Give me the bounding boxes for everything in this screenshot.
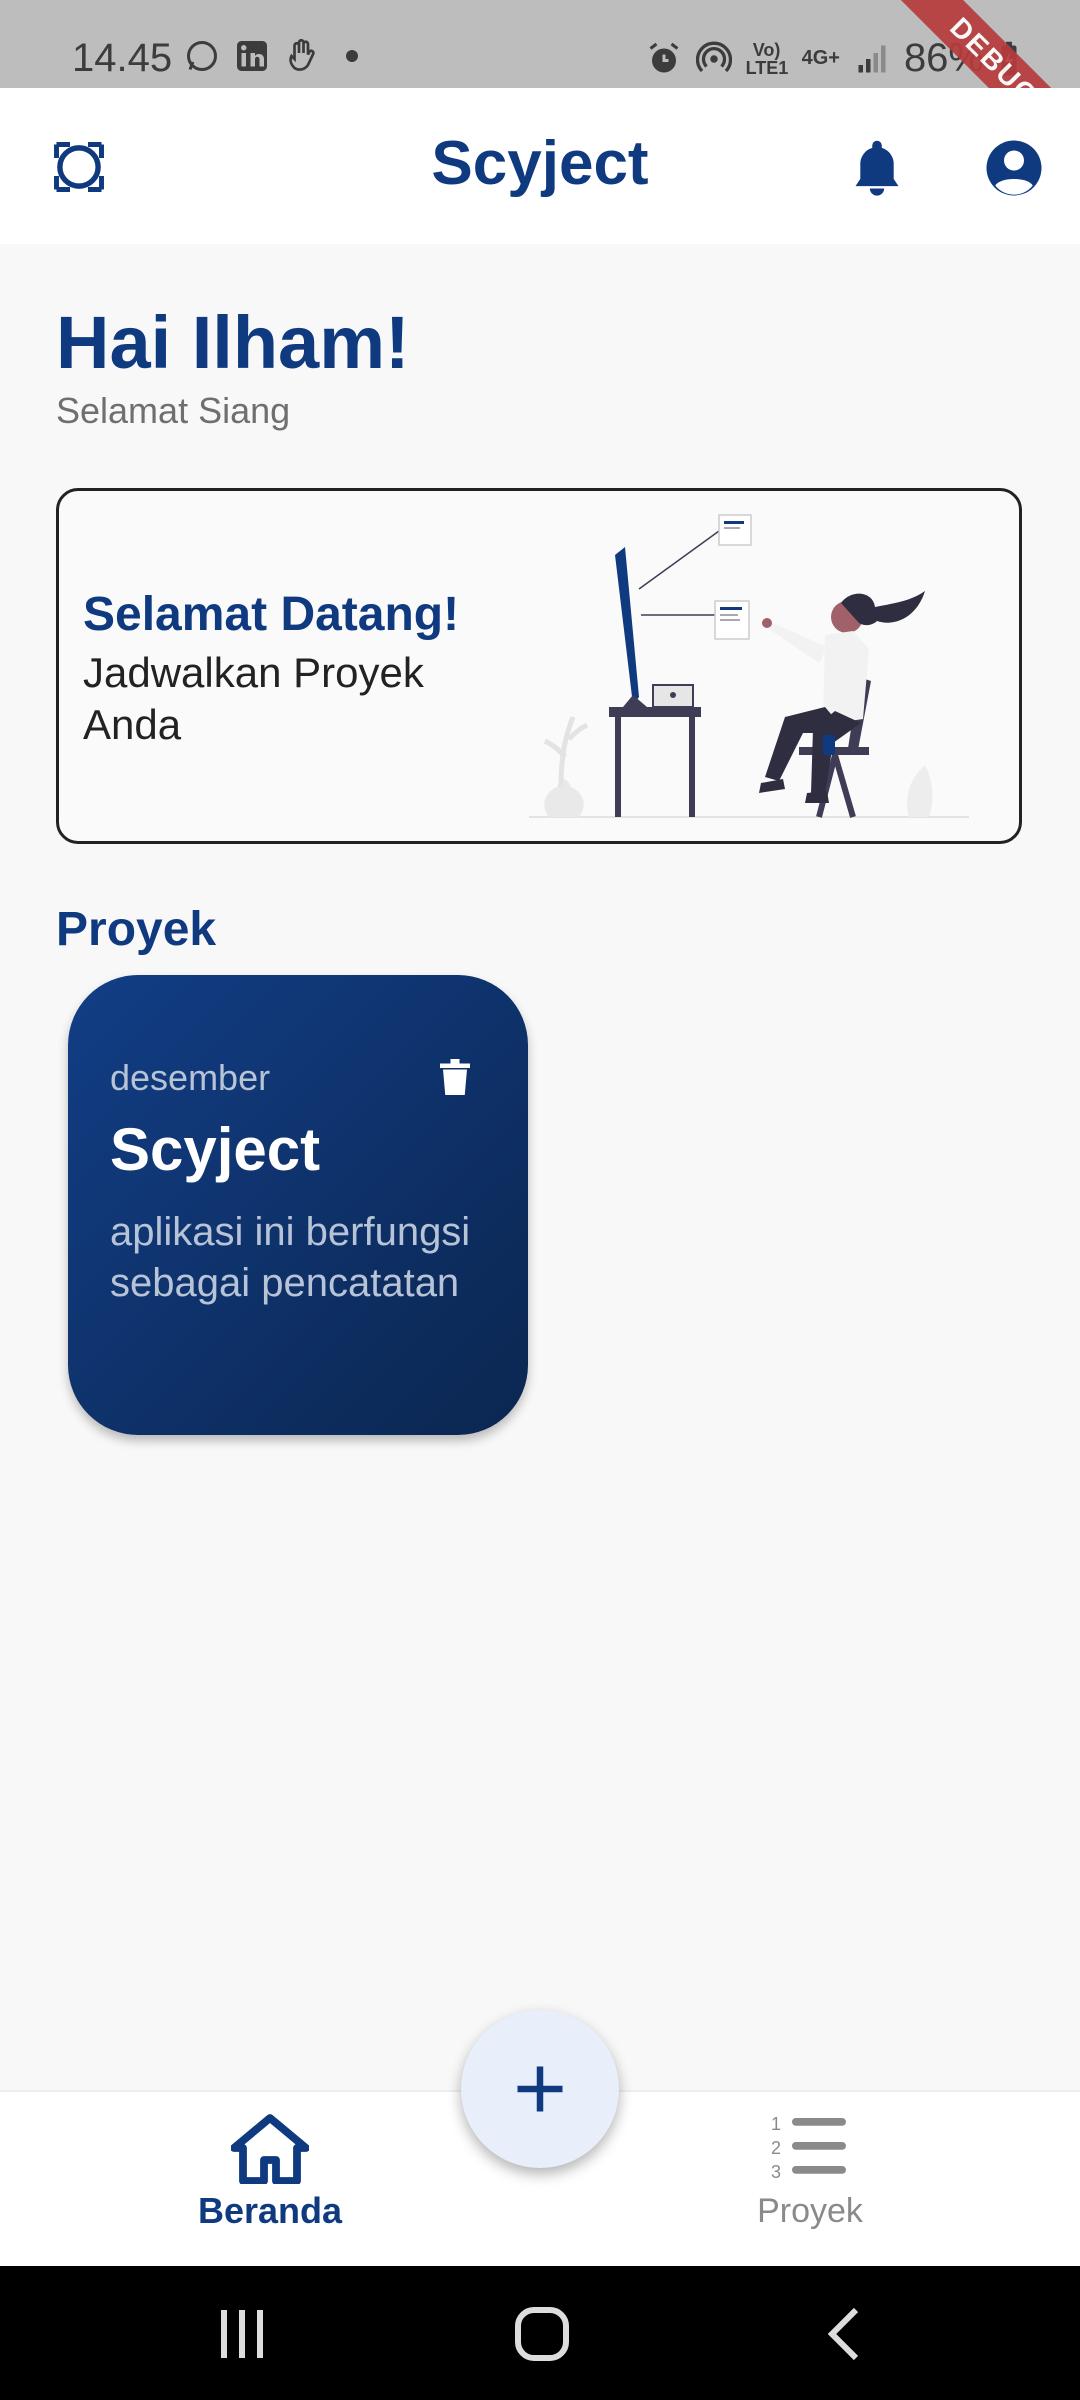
notification-icons <box>184 38 370 74</box>
hand-icon <box>289 38 315 71</box>
nav-label-home: Beranda <box>197 2190 343 2231</box>
app-title: Scyject <box>431 129 649 198</box>
status-bar: 14.45 Vo) LTE1 4G+ 86% DEBUG <box>0 0 1080 184</box>
home-icon <box>231 2114 309 2184</box>
home-button-icon[interactable] <box>512 2306 572 2362</box>
project-description: aplikasi ini berfungsi sebagai pencatata… <box>110 1210 471 1305</box>
nav-label-projects: Proyek <box>757 2192 863 2230</box>
greeting-title: Hai Ilham! <box>56 301 410 384</box>
account-circle-icon[interactable] <box>984 138 1044 198</box>
trash-icon[interactable] <box>440 1059 470 1095</box>
volte-label: Vo) LTE1 <box>745 39 789 78</box>
project-title: Scyject <box>110 1116 321 1183</box>
welcome-title: Selamat Datang! <box>83 588 460 641</box>
svg-text:3: 3 <box>771 2162 781 2182</box>
person-at-desk-illustration <box>529 514 969 818</box>
back-icon[interactable] <box>816 2306 876 2362</box>
dot-icon <box>346 50 358 62</box>
recent-apps-icon[interactable] <box>212 2306 272 2362</box>
project-month: desember <box>110 1057 271 1098</box>
numbered-list-icon: 1 2 3 <box>771 2114 846 2182</box>
projects-section-title: Proyek <box>56 903 217 956</box>
whatsapp-icon <box>187 41 217 71</box>
linkedin-icon <box>237 41 267 71</box>
welcome-subtitle: Jadwalkan Proyek Anda <box>83 649 424 748</box>
welcome-card: Selamat Datang! Jadwalkan Proyek Anda <box>56 488 1022 844</box>
signal-icon <box>858 45 886 72</box>
hotspot-icon <box>695 41 732 72</box>
nav-item-projects[interactable]: 1 2 3 Proyek <box>680 2112 940 2231</box>
svg-text:2: 2 <box>771 2138 781 2158</box>
nav-item-home[interactable]: Beranda <box>140 2112 400 2232</box>
greeting-subtitle: Selamat Siang <box>56 390 291 431</box>
project-card[interactable]: desember Scyject aplikasi ini berfungsi … <box>68 975 528 1435</box>
system-navigation-bar <box>0 2266 1080 2400</box>
alarm-icon <box>649 42 678 72</box>
svg-text:1: 1 <box>771 2114 781 2134</box>
app-bar: Scyject <box>0 88 1080 244</box>
network-type-label: 4G+ <box>801 47 840 69</box>
add-project-button[interactable] <box>461 2010 619 2168</box>
status-time: 14.45 <box>72 36 173 80</box>
bell-icon[interactable] <box>848 136 906 198</box>
plus-icon <box>517 2066 563 2112</box>
